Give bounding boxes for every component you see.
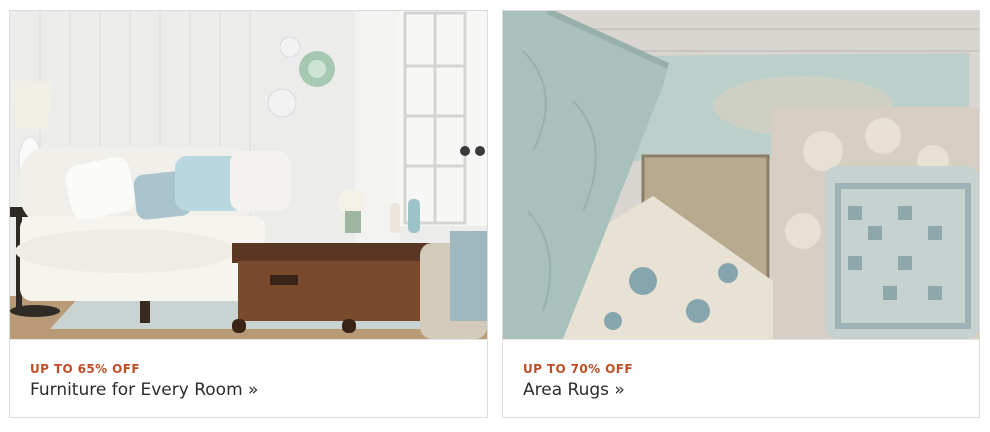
- caption-furniture[interactable]: UP TO 65% OFF Furniture for Every Room »: [10, 339, 487, 417]
- caption-area-rugs[interactable]: UP TO 70% OFF Area Rugs »: [503, 339, 979, 417]
- rugs-image[interactable]: [503, 11, 979, 339]
- title-link[interactable]: Furniture for Every Room »: [30, 380, 258, 400]
- title-link[interactable]: Area Rugs »: [523, 380, 625, 400]
- promo-text: UP TO 70% OFF: [523, 362, 633, 376]
- promo-card-area-rugs[interactable]: UP TO 70% OFF Area Rugs »: [502, 10, 980, 418]
- promo-card-furniture[interactable]: UP TO 65% OFF Furniture for Every Room »: [9, 10, 488, 418]
- promo-text: UP TO 65% OFF: [30, 362, 140, 376]
- furniture-image[interactable]: [10, 11, 487, 339]
